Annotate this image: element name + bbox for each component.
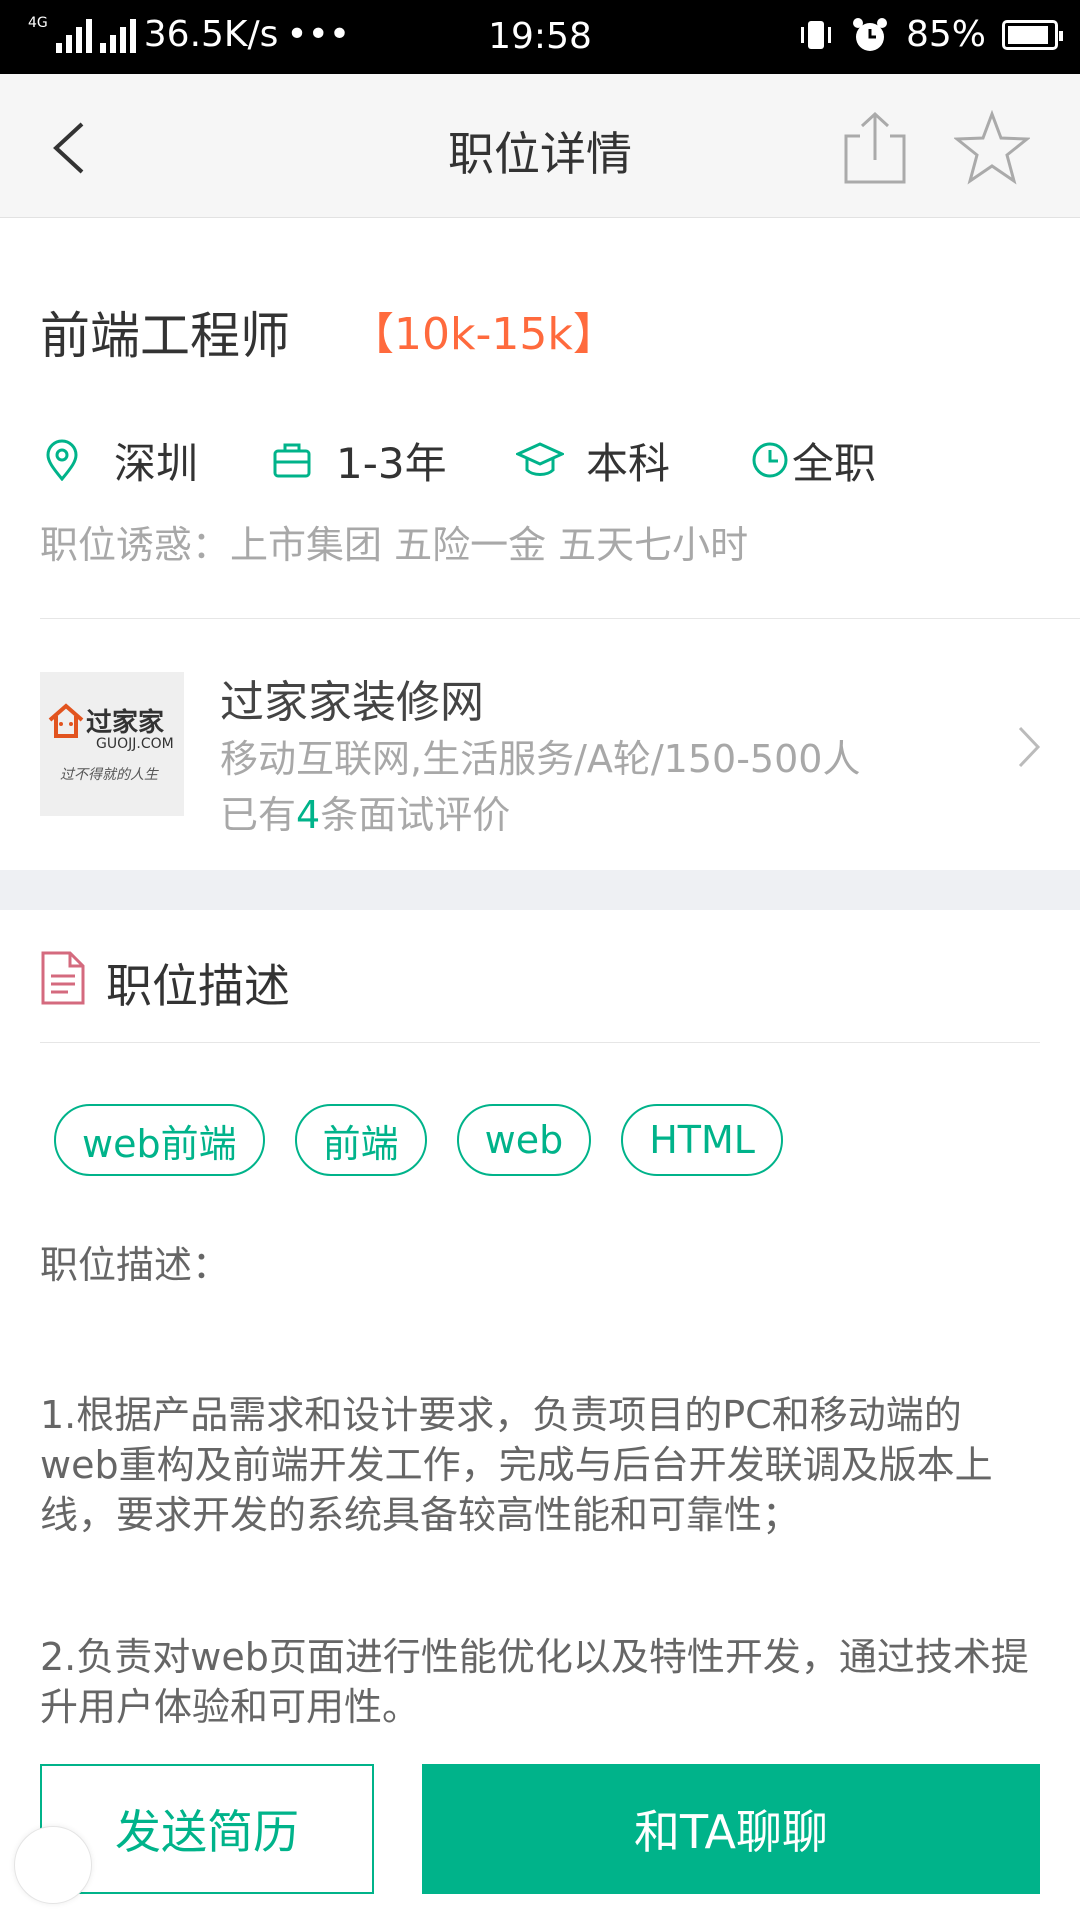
house-icon: [48, 703, 84, 738]
document-icon: [41, 951, 85, 1005]
divider: [40, 618, 1080, 619]
alarm-icon: [852, 17, 887, 51]
section-separator: [0, 870, 1080, 910]
divider: [40, 1042, 1040, 1043]
battery-percent: 85%: [905, 14, 986, 55]
location-icon: [46, 439, 78, 481]
company-logo: 过家家 GUOJJ.COM 过不得就的人生: [40, 672, 184, 816]
logo-domain: GUOJJ.COM: [96, 736, 174, 752]
star-icon[interactable]: [954, 110, 1030, 186]
job-title: 前端工程师: [40, 307, 290, 365]
logo-slogan: 过不得就的人生: [60, 767, 158, 783]
job-experience: 1-3年: [336, 438, 447, 488]
review-suffix: 条面试评价: [320, 793, 511, 837]
description-item: 2.负责对web页面进行性能优化以及特性开发，通过技术提升用户体验和可用性。: [40, 1635, 1029, 1729]
description-item: 1.根据产品需求和设计要求，负责项目的PC和移动端的web重构及前端开发工作，完…: [40, 1393, 993, 1537]
meta-type: 全职: [750, 430, 876, 490]
salary-range: 【10k-15k】: [350, 309, 617, 360]
briefcase-icon: [273, 443, 311, 478]
chat-button[interactable]: 和TA聊聊: [422, 1764, 1040, 1894]
skill-tags: web前端 前端 web HTML: [54, 1104, 783, 1176]
job-perks: 职位诱惑：上市集团 五险一金 五天七小时: [40, 523, 749, 567]
review-count: 4: [296, 793, 321, 837]
status-right: 85%: [798, 14, 1063, 55]
company-reviews[interactable]: 已有4条面试评价: [220, 784, 510, 839]
tag[interactable]: 前端: [294, 1104, 427, 1176]
page-title: 职位详情: [448, 127, 632, 181]
meta-education: 本科: [516, 430, 670, 490]
description-heading: 职位描述：: [40, 1243, 231, 1287]
bottom-action-bar: 发送简历 和TA聊聊: [0, 1740, 1080, 1920]
review-prefix: 已有: [220, 793, 297, 837]
nav-bar: 职位详情: [0, 74, 1080, 218]
company-info: 移动互联网,生活服务/A轮/150-500人: [220, 737, 861, 781]
clock-icon: [752, 442, 788, 478]
battery-icon: [1002, 19, 1063, 50]
status-bar: 4G 36.5K/s ••• 19:58 85%: [0, 0, 1080, 74]
floating-assistive-button[interactable]: [14, 1826, 92, 1904]
graduation-cap-icon: [516, 442, 564, 476]
tag[interactable]: web: [456, 1104, 592, 1176]
vibrate-icon: [800, 20, 831, 49]
meta-city: 深圳: [44, 430, 198, 490]
share-icon[interactable]: [840, 110, 910, 186]
meta-experience: 1-3年: [272, 430, 447, 490]
job-education: 本科: [586, 438, 671, 488]
tag[interactable]: HTML: [621, 1104, 783, 1176]
job-city: 深圳: [114, 438, 199, 488]
job-type: 全职: [792, 438, 877, 488]
logo-brand: 过家家: [86, 708, 165, 738]
section-title: 职位描述: [106, 959, 290, 1013]
company-name: 过家家装修网: [220, 677, 484, 728]
tag[interactable]: web前端: [54, 1104, 265, 1176]
chevron-right-icon: [1018, 726, 1041, 768]
